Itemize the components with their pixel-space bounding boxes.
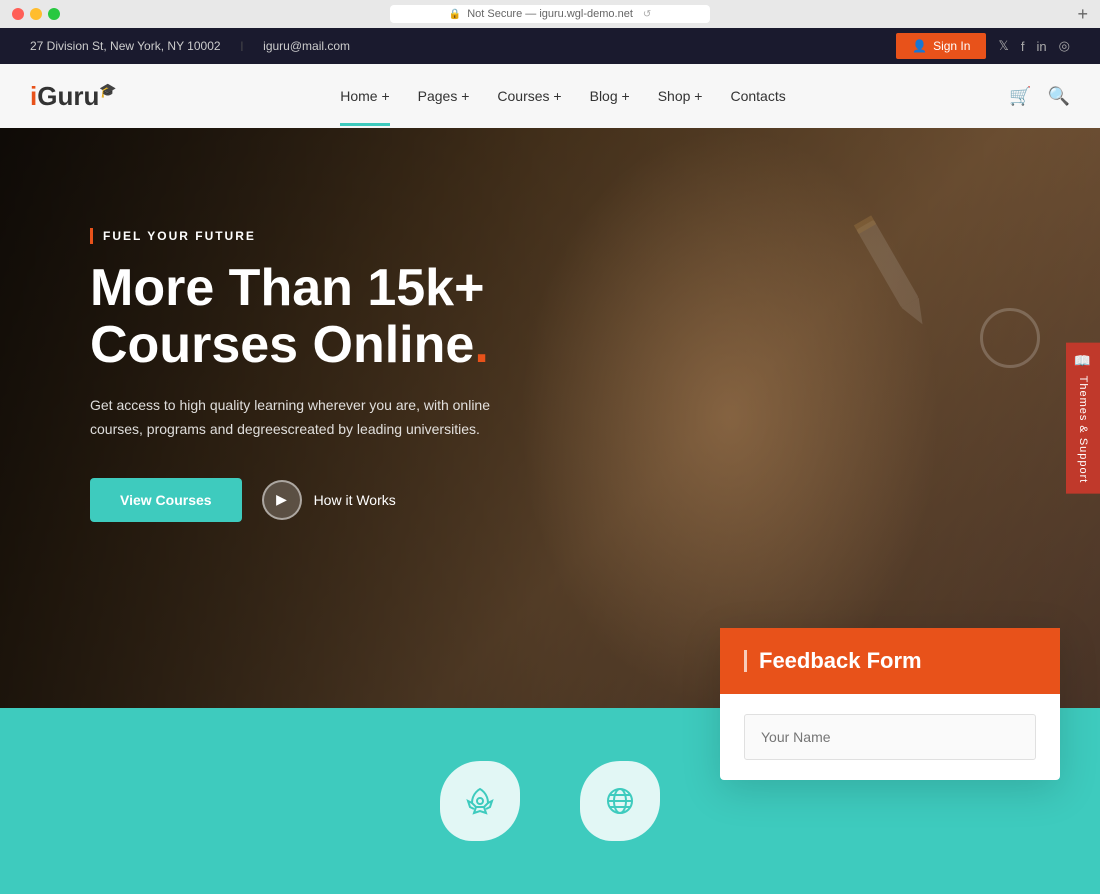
hero-eyebrow: FUEL YOUR FUTURE <box>90 228 510 244</box>
feedback-header: Feedback Form <box>720 628 1060 694</box>
circle-decoration <box>980 308 1040 368</box>
nav-home[interactable]: Home + <box>340 88 389 104</box>
facebook-icon[interactable]: f <box>1021 39 1025 54</box>
feedback-header-bar <box>744 650 747 672</box>
themes-support-label: Themes & Support <box>1077 376 1089 484</box>
close-button[interactable] <box>12 8 24 20</box>
top-bar: 27 Division St, New York, NY 10002 | igu… <box>0 28 1100 64</box>
top-bar-left: 27 Division St, New York, NY 10002 | igu… <box>30 39 350 53</box>
hero-title-line1: More Than 15k+ <box>90 259 484 317</box>
cart-icon[interactable]: 🛒 <box>1009 86 1031 107</box>
feedback-panel: Feedback Form <box>720 628 1060 780</box>
hero-actions: View Courses ▶ How it Works <box>90 478 510 522</box>
top-bar-right: 👤 Sign In 𝕏 f in ◎ <box>896 33 1070 59</box>
search-icon[interactable]: 🔍 <box>1048 86 1070 107</box>
globe-icon-blob <box>580 761 660 841</box>
maximize-button[interactable] <box>48 8 60 20</box>
nav-blog[interactable]: Blog + <box>590 88 630 104</box>
linkedin-icon[interactable]: in <box>1037 39 1047 54</box>
bottom-section: Feedback Form <box>0 708 1100 894</box>
user-icon: 👤 <box>912 39 927 53</box>
address-text: 27 Division St, New York, NY 10002 <box>30 39 221 53</box>
hero-section: FUEL YOUR FUTURE More Than 15k+ Courses … <box>0 128 1100 708</box>
feedback-body <box>720 694 1060 780</box>
hero-title-dot: . <box>474 316 488 374</box>
traffic-lights <box>12 8 60 20</box>
logo-guru: Guru <box>37 81 99 112</box>
nav-icons: 🛒 🔍 <box>1009 86 1070 107</box>
hero-content: FUEL YOUR FUTURE More Than 15k+ Courses … <box>90 228 510 522</box>
minimize-button[interactable] <box>30 8 42 20</box>
themes-support-tab[interactable]: 📖 Themes & Support <box>1066 343 1100 494</box>
feedback-title: Feedback Form <box>759 648 922 674</box>
how-it-works-button[interactable]: ▶ How it Works <box>262 480 396 520</box>
play-icon: ▶ <box>262 480 302 520</box>
url-text: Not Secure — iguru.wgl-demo.net <box>467 8 633 20</box>
twitter-icon[interactable]: 𝕏 <box>998 38 1008 54</box>
nav-pages[interactable]: Pages + <box>418 88 470 104</box>
logo-cap: 🎓 <box>99 82 116 99</box>
hero-title-line2: Courses Online <box>90 316 474 374</box>
sign-in-label: Sign In <box>933 39 970 53</box>
instagram-icon[interactable]: ◎ <box>1059 38 1070 54</box>
email-text: iguru@mail.com <box>263 39 350 53</box>
logo[interactable]: iGuru🎓 <box>30 81 117 112</box>
main-nav: iGuru🎓 Home + Pages + Courses + Blog + S… <box>0 64 1100 128</box>
hero-subtitle: Get access to high quality learning wher… <box>90 394 510 442</box>
rocket-icon-blob <box>440 761 520 841</box>
nav-links: Home + Pages + Courses + Blog + Shop + C… <box>340 88 786 104</box>
themes-support-icon: 📖 <box>1074 353 1092 370</box>
nav-courses[interactable]: Courses + <box>497 88 561 104</box>
hero-title: More Than 15k+ Courses Online. <box>90 260 510 374</box>
logo-i: i <box>30 81 37 112</box>
nav-contacts[interactable]: Contacts <box>730 88 785 104</box>
sign-in-button[interactable]: 👤 Sign In <box>896 33 986 59</box>
your-name-input[interactable] <box>744 714 1036 760</box>
view-courses-button[interactable]: View Courses <box>90 478 242 522</box>
window-chrome: 🔒 Not Secure — iguru.wgl-demo.net ↺ + <box>0 0 1100 28</box>
new-tab-button[interactable]: + <box>1077 4 1088 25</box>
nav-shop[interactable]: Shop + <box>658 88 703 104</box>
how-it-works-label: How it Works <box>314 492 396 508</box>
url-bar[interactable]: 🔒 Not Secure — iguru.wgl-demo.net ↺ <box>390 5 710 23</box>
